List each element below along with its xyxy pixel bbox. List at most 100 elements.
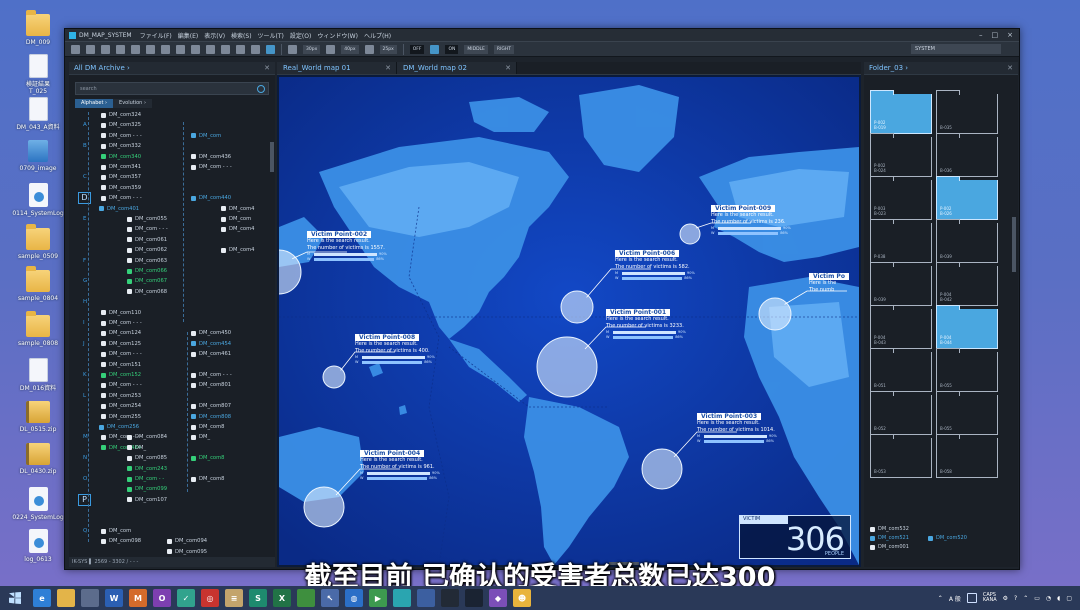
checkbox[interactable] (127, 445, 132, 451)
toggle-off[interactable]: OFF (409, 44, 425, 54)
tree-item[interactable]: DM_ (191, 434, 210, 440)
folder-item[interactable]: P-004 B-043 (870, 305, 932, 349)
app-icon[interactable] (297, 589, 315, 607)
desktop-icon[interactable]: sample_0808 (7, 311, 69, 347)
tree-item[interactable]: DM_com084 (127, 434, 167, 440)
tree-item[interactable]: DM_com4 (221, 226, 254, 232)
tool-layers-icon[interactable] (86, 44, 95, 54)
tree-item[interactable]: DM_com461 (191, 351, 231, 357)
folder-item[interactable]: P-038 (870, 219, 932, 263)
tree-item[interactable]: DM_com454 (191, 341, 231, 347)
checkbox[interactable] (101, 185, 106, 191)
checkbox[interactable] (127, 434, 132, 440)
tree-item[interactable]: DM_com151 (101, 362, 141, 368)
menu-item[interactable]: ウィンドウ(W) (317, 33, 358, 40)
tree-item[interactable]: DM_com332 (101, 143, 141, 149)
checkbox[interactable] (167, 538, 172, 544)
index-letter-f[interactable]: F (83, 258, 86, 264)
folder-item[interactable]: P-004 B-042 (936, 262, 998, 306)
index-letter-i[interactable]: I (83, 320, 85, 326)
index-letter-e[interactable]: E (83, 216, 86, 222)
index-letter-p[interactable]: P (78, 493, 91, 506)
checkbox[interactable] (191, 455, 196, 461)
tool-book-icon[interactable] (116, 44, 125, 54)
checkbox[interactable] (221, 206, 226, 212)
close-icon[interactable]: ✕ (1007, 64, 1013, 72)
globe-icon[interactable]: ◍ (345, 589, 363, 607)
checkbox[interactable] (101, 164, 106, 170)
desktop-icon[interactable]: 0224_SystemLog (7, 487, 69, 521)
checkbox[interactable] (191, 382, 196, 388)
minimize-button[interactable]: – (979, 31, 983, 39)
tile-icon[interactable] (393, 589, 411, 607)
checkbox[interactable] (127, 486, 132, 492)
checkbox[interactable] (221, 216, 226, 222)
tree-item[interactable]: DM_com - - - (101, 351, 142, 357)
tool-bold-icon[interactable] (131, 44, 140, 54)
checkbox[interactable] (191, 414, 196, 420)
folder-item[interactable]: B-039 (936, 219, 998, 263)
tree-item[interactable]: DM_com085 (127, 455, 167, 461)
sway-icon[interactable]: S (249, 589, 267, 607)
photo-icon[interactable] (417, 589, 435, 607)
checkbox[interactable] (127, 497, 132, 503)
victim-point-label[interactable]: Victim Point-009 Here is the search resul… (711, 205, 791, 236)
tool-list-icon[interactable] (236, 44, 245, 54)
folder-item[interactable]: B-052 (870, 391, 932, 435)
notification-icon[interactable]: ▢ (1066, 595, 1072, 602)
tree-item[interactable]: DM_com124 (101, 330, 141, 336)
mode-right[interactable]: RIGHT (493, 44, 514, 54)
checkbox[interactable] (191, 476, 196, 482)
tree-item[interactable]: DM_com4 (221, 247, 254, 253)
index-letter-a[interactable]: A (83, 122, 87, 128)
terminal-icon[interactable] (441, 589, 459, 607)
ime-indicator[interactable]: A 般 (949, 594, 961, 603)
tab-all-dm-archive[interactable]: All DM Archive › ✕ (69, 62, 275, 75)
index-letter-g[interactable]: G (83, 278, 87, 284)
tab-real-world-map[interactable]: Real_World map 01 ✕ (277, 62, 397, 74)
checkbox[interactable] (101, 341, 106, 347)
tree-item[interactable]: DM_com340 (101, 154, 141, 160)
menu-item[interactable]: 設定(O) (290, 33, 311, 40)
checkbox[interactable] (191, 424, 196, 430)
tree-item[interactable]: DM_com243 (127, 466, 167, 472)
checkbox[interactable] (101, 310, 106, 316)
index-letter-q[interactable]: Q (83, 528, 87, 534)
checkbox[interactable] (870, 544, 875, 550)
close-icon[interactable]: ✕ (385, 64, 391, 72)
tab-alphabet[interactable]: Alphabet › (75, 99, 114, 108)
victim-point-label[interactable]: Victim Point-006 Here is the search resul… (615, 250, 695, 281)
tree-item[interactable]: DM_com253 (101, 393, 141, 399)
tree-item[interactable]: DM_com (221, 216, 251, 222)
search-icon[interactable] (257, 84, 265, 93)
checkbox[interactable] (221, 226, 226, 232)
vs-icon[interactable]: ◆ (489, 589, 507, 607)
checkbox[interactable] (191, 341, 196, 347)
check-icon[interactable]: ✓ (177, 589, 195, 607)
tool-cut-icon[interactable] (176, 44, 185, 54)
victim-point-marker[interactable] (758, 297, 792, 331)
victim-point-label[interactable]: Victim Point-002 Here is the search resul… (307, 231, 387, 262)
tool-arrow-icon[interactable] (191, 44, 200, 54)
folder-item[interactable]: B-039 (870, 262, 932, 306)
onenote-icon[interactable]: O (153, 589, 171, 607)
desktop-icon[interactable]: sample_0509 (7, 224, 69, 260)
checkbox[interactable] (191, 133, 196, 139)
index-letter-o[interactable]: O (83, 476, 87, 482)
checkbox[interactable] (167, 549, 172, 555)
file-list-item[interactable]: DM_com521 (870, 534, 909, 542)
desktop-icon[interactable]: DM_043_A資料 (7, 97, 69, 131)
checkbox[interactable] (127, 466, 132, 472)
checkbox[interactable] (221, 247, 226, 253)
tree-item[interactable]: DM_com (191, 133, 221, 139)
archive-search-input[interactable]: search (75, 82, 269, 95)
tree-item[interactable]: DM_com062 (127, 247, 167, 253)
tree-item[interactable]: DM_com - - (127, 476, 164, 482)
checkbox[interactable] (101, 403, 106, 409)
folder-item[interactable]: B-055 (936, 391, 998, 435)
folder-scrollbar[interactable] (1012, 217, 1016, 272)
tool-home-icon[interactable] (101, 44, 110, 54)
menu-item[interactable]: 表示(V) (204, 33, 225, 40)
tree-item[interactable]: DM_com107 (127, 497, 167, 503)
tablet-icon[interactable] (81, 589, 99, 607)
